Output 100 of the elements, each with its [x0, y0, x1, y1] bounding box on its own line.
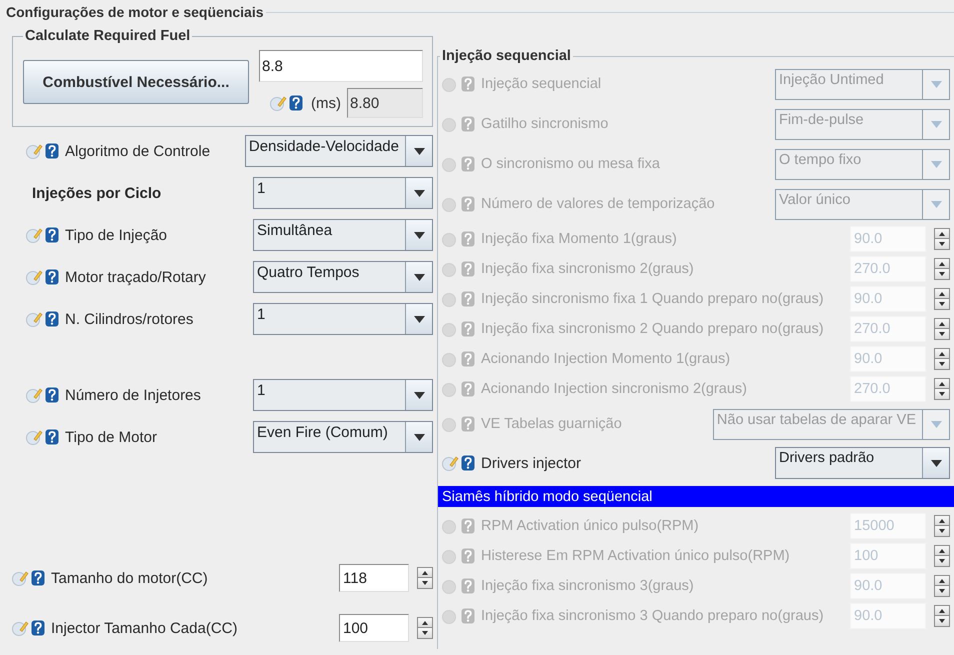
spinner-field[interactable]: 118: [339, 564, 409, 592]
group-title: Calculate Required Fuel: [24, 28, 192, 44]
field-label: Injeção fixa Momento 1(graus): [481, 231, 677, 247]
arrow-down-icon: [939, 589, 945, 593]
caret-icon: [930, 200, 942, 208]
help-icon[interactable]: [45, 143, 59, 159]
caret-icon: [414, 274, 424, 280]
dropdown[interactable]: Drivers padrão: [775, 447, 950, 479]
arrow-down-icon: [939, 559, 945, 563]
spin-up-button[interactable]: [935, 289, 949, 299]
spin-up-button[interactable]: [935, 229, 949, 239]
field-label: Gatilho sincronismo: [481, 116, 608, 132]
field-label: O sincronismo ou mesa fixa: [481, 156, 660, 172]
help-icon[interactable]: [45, 269, 59, 285]
field-label: Injeções por Ciclo: [32, 184, 162, 202]
arrow-down-icon: [939, 332, 945, 336]
arrow-down-icon: [422, 581, 428, 585]
field-label: RPM Activation único pulso(RPM): [481, 518, 699, 534]
panel-title: Configurações de motor e seqüenciais: [6, 4, 265, 20]
dropdown[interactable]: Quatro Tempos: [253, 261, 433, 293]
help-icon[interactable]: [45, 387, 59, 403]
caret-icon: [930, 80, 942, 88]
field-label: Número de valores de temporização: [481, 196, 715, 212]
spin-down-button[interactable]: [935, 239, 949, 249]
spin-up-button[interactable]: [935, 319, 949, 329]
field-label: Injeção fixa sincronismo 2(graus): [481, 261, 694, 277]
help-icon[interactable]: [31, 570, 45, 586]
spin-up-button[interactable]: [935, 259, 949, 269]
field-label: Histerese Em RPM Activation único pulso(RPM): [481, 548, 790, 564]
help-icon[interactable]: [461, 455, 475, 471]
field-label: Tipo de Motor: [65, 428, 157, 446]
field-label: Injeção fixa sincronismo 3 Quando preparo no(graus): [481, 608, 824, 624]
arrow-down-icon: [939, 392, 945, 396]
field-label: Motor traçado/Rotary: [65, 268, 206, 286]
caret-icon: [414, 190, 424, 196]
spinner-field[interactable]: 100: [339, 614, 409, 642]
spin-up-button[interactable]: [935, 606, 949, 616]
arrow-up-icon: [939, 352, 945, 356]
field-label: Injector Tamanho Cada(CC): [51, 620, 238, 636]
dropdown[interactable]: 1: [253, 379, 433, 411]
help-icon[interactable]: [45, 311, 59, 327]
arrow-up-icon: [422, 620, 428, 624]
caret-icon: [930, 460, 942, 466]
spin-down-button[interactable]: [418, 578, 432, 588]
arrow-down-icon: [939, 242, 945, 246]
spin-down-button[interactable]: [935, 329, 949, 339]
field-label: Acionando Injection sincronismo 2(graus): [481, 381, 747, 397]
spin-up-button[interactable]: [935, 349, 949, 359]
field-label: Algoritmo de Controle: [65, 142, 210, 160]
arrow-down-icon: [939, 529, 945, 533]
spin-up-button[interactable]: [418, 568, 432, 578]
field-label: Injeção sincronismo fixa 1 Quando preparo no(graus): [481, 291, 824, 307]
unit-label: (ms): [311, 94, 341, 112]
field-label: Injeção fixa sincronismo 3(graus): [481, 578, 694, 594]
help-icon[interactable]: [31, 620, 45, 636]
spin-down-button[interactable]: [418, 628, 432, 638]
caret-icon: [414, 148, 424, 154]
dropdown[interactable]: 1: [253, 177, 433, 209]
help-icon[interactable]: [289, 95, 303, 111]
field-label: Injeção sequencial: [481, 76, 602, 92]
spin-down-button[interactable]: [935, 556, 949, 566]
spin-down-button[interactable]: [935, 299, 949, 309]
spin-down-button[interactable]: [935, 359, 949, 369]
dropdown[interactable]: Even Fire (Comum): [253, 421, 433, 453]
caret-icon: [414, 434, 424, 440]
caret-icon: [930, 160, 942, 168]
arrow-down-icon: [422, 631, 428, 635]
required-fuel-button[interactable]: Combustível Necessário...: [23, 60, 249, 104]
input-field[interactable]: 8.8: [259, 50, 423, 82]
caret-icon: [930, 120, 942, 128]
dropdown[interactable]: 1: [253, 303, 433, 335]
arrow-up-icon: [939, 518, 945, 522]
arrow-up-icon: [939, 322, 945, 326]
group-title: Injeção sequencial: [441, 48, 572, 64]
arrow-up-icon: [939, 232, 945, 236]
arrow-up-icon: [939, 578, 945, 582]
help-icon[interactable]: [45, 227, 59, 243]
spin-down-button[interactable]: [935, 526, 949, 536]
spin-down-button[interactable]: [935, 586, 949, 596]
spin-up-button[interactable]: [935, 546, 949, 556]
spin-down-button[interactable]: [935, 389, 949, 399]
dropdown[interactable]: Densidade-Velocidade: [244, 135, 433, 167]
arrow-up-icon: [939, 262, 945, 266]
arrow-up-icon: [939, 548, 945, 552]
spin-down-button[interactable]: [935, 616, 949, 626]
caret-icon: [414, 232, 424, 238]
spin-up-button[interactable]: [935, 576, 949, 586]
spin-up-button[interactable]: [418, 618, 432, 628]
spin-up-button[interactable]: [935, 516, 949, 526]
field-label: Tipo de Injeção: [65, 226, 168, 244]
section-header: Siamês híbrido modo seqüencial: [438, 486, 954, 507]
arrow-down-icon: [939, 272, 945, 276]
dropdown[interactable]: Simultânea: [253, 219, 433, 251]
spin-down-button[interactable]: [935, 269, 949, 279]
help-icon[interactable]: [45, 429, 59, 445]
caret-icon: [414, 392, 424, 398]
arrow-up-icon: [422, 570, 428, 574]
arrow-down-icon: [939, 302, 945, 306]
spin-up-button[interactable]: [935, 379, 949, 389]
result-field[interactable]: 8.80: [347, 88, 423, 118]
